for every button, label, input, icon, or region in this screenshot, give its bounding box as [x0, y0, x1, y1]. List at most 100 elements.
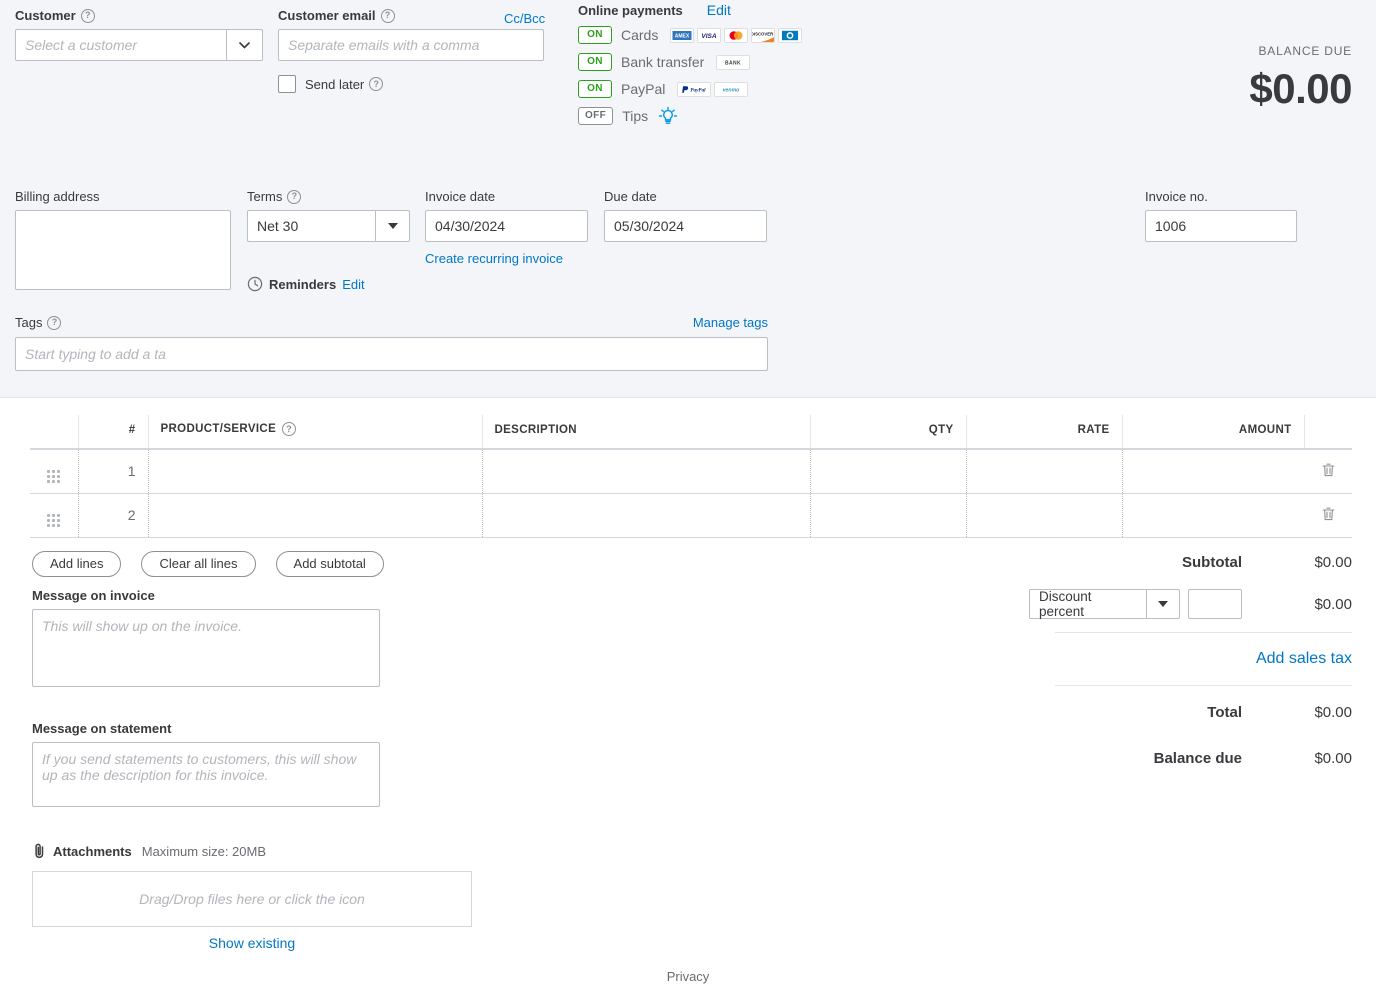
- customer-input[interactable]: [15, 29, 226, 61]
- svg-text:AMEX: AMEX: [675, 33, 690, 39]
- attachments-header: Attachments Maximum size: 20MB: [32, 843, 472, 859]
- svg-text:venmo: venmo: [723, 87, 740, 93]
- add-sales-tax-link[interactable]: Add sales tax: [1256, 650, 1352, 668]
- terms-dropdown-button[interactable]: [375, 210, 410, 242]
- help-circle-icon[interactable]: ?: [380, 8, 395, 23]
- paypal-toggle[interactable]: ON: [578, 80, 612, 98]
- privacy-link[interactable]: Privacy: [667, 969, 710, 984]
- rate-cell[interactable]: [965, 449, 1122, 494]
- delete-row-cell[interactable]: [1304, 449, 1352, 494]
- col-handle: [30, 415, 78, 450]
- trash-icon[interactable]: [1321, 506, 1336, 522]
- mastercard-card-icon: [724, 27, 749, 43]
- trash-icon[interactable]: [1321, 462, 1336, 478]
- line-items-header-row: # PRODUCT/SERVICE ? DESCRIPTION QTY RATE…: [30, 415, 1352, 450]
- billing-address-group: Billing address: [15, 189, 231, 290]
- balance-due-block: BALANCE DUE $0.00: [1072, 44, 1352, 110]
- help-circle-icon[interactable]: ?: [80, 8, 95, 23]
- tags-group: Tags ? Manage tags: [15, 315, 768, 371]
- line-items-table: # PRODUCT/SERVICE ? DESCRIPTION QTY RATE…: [30, 415, 1352, 538]
- help-circle-icon[interactable]: ?: [47, 315, 62, 330]
- product-service-cell[interactable]: [147, 493, 482, 538]
- drag-handle-cell[interactable]: [30, 493, 78, 538]
- message-on-statement-label: Message on statement: [32, 721, 172, 736]
- message-on-statement-group: Message on statement: [32, 721, 380, 810]
- help-circle-icon[interactable]: ?: [369, 77, 384, 91]
- due-date-group: Due date: [604, 189, 767, 242]
- discount-type-value: Discount percent: [1029, 589, 1146, 619]
- customer-combo[interactable]: [15, 29, 263, 61]
- invoice-date-group: Invoice date Create recurring invoice: [425, 189, 588, 266]
- clear-all-lines-button[interactable]: Clear all lines: [141, 551, 256, 577]
- invoice-date-label: Invoice date: [425, 189, 496, 204]
- tips-toggle[interactable]: OFF: [578, 107, 614, 125]
- cards-toggle[interactable]: ON: [578, 26, 612, 44]
- tags-input[interactable]: [15, 337, 768, 371]
- discover-card-icon: DISCOVER: [751, 27, 776, 43]
- attachments-title-wrap: Attachments: [32, 843, 132, 859]
- add-lines-button[interactable]: Add lines: [32, 551, 122, 577]
- attachments-dropzone[interactable]: Drag/Drop files here or click the icon: [32, 871, 472, 927]
- discount-type-dropdown-button[interactable]: [1146, 589, 1180, 619]
- online-payments-edit-link[interactable]: Edit: [707, 2, 731, 18]
- lightbulb-icon: [658, 106, 678, 127]
- add-subtotal-button[interactable]: Add subtotal: [275, 551, 384, 577]
- balance-due-row-label: Balance due: [1153, 749, 1242, 767]
- send-later-checkbox[interactable]: [278, 75, 296, 93]
- send-later-label: Send later ?: [305, 77, 384, 92]
- drag-handle-cell[interactable]: [30, 449, 78, 494]
- total-row: Total $0.00: [1007, 686, 1352, 738]
- balance-due-amount: $0.00: [1249, 65, 1352, 112]
- qty-cell[interactable]: [809, 449, 966, 494]
- due-date-input[interactable]: [604, 210, 767, 242]
- tips-label: Tips: [622, 108, 649, 124]
- rate-cell[interactable]: [965, 493, 1122, 538]
- tags-label: Tags ?: [15, 315, 62, 330]
- drag-handle-icon[interactable]: [47, 469, 61, 483]
- total-value: $0.00: [1314, 703, 1352, 721]
- message-on-invoice-group: Message on invoice: [32, 588, 380, 690]
- invoice-no-input[interactable]: [1145, 210, 1297, 242]
- help-circle-icon[interactable]: ?: [282, 422, 297, 436]
- discount-amount-input[interactable]: [1188, 589, 1242, 619]
- message-on-invoice-textarea[interactable]: [32, 609, 380, 687]
- row-number-cell: 2: [77, 493, 148, 538]
- product-service-cell[interactable]: [147, 449, 482, 494]
- table-row: 2: [30, 493, 1352, 538]
- svg-text:BANK: BANK: [725, 60, 741, 66]
- terms-select[interactable]: Net 30: [247, 210, 410, 242]
- svg-text:VISA: VISA: [702, 33, 717, 40]
- delete-row-cell[interactable]: [1304, 493, 1352, 538]
- due-date-label: Due date: [604, 189, 657, 204]
- description-cell[interactable]: [481, 493, 810, 538]
- visa-card-icon: VISA: [697, 27, 722, 43]
- drag-handle-icon[interactable]: [47, 513, 61, 527]
- customer-email-input[interactable]: [278, 29, 544, 61]
- col-delete: [1303, 415, 1352, 450]
- qty-cell[interactable]: [809, 493, 966, 538]
- manage-tags-link[interactable]: Manage tags: [693, 315, 768, 330]
- show-existing-link[interactable]: Show existing: [209, 935, 295, 951]
- create-recurring-invoice-link[interactable]: Create recurring invoice: [425, 251, 588, 266]
- customer-dropdown-button[interactable]: [226, 29, 263, 61]
- billing-address-box[interactable]: [15, 210, 231, 290]
- message-on-statement-textarea[interactable]: [32, 742, 380, 807]
- caret-down-icon: [1158, 601, 1168, 607]
- invoice-date-input[interactable]: [425, 210, 588, 242]
- amex-card-icon: AMEX: [670, 27, 695, 43]
- line-action-buttons: Add lines Clear all lines Add subtotal: [32, 551, 384, 577]
- balance-due-row-value: $0.00: [1314, 749, 1352, 767]
- help-circle-icon[interactable]: ?: [287, 189, 302, 204]
- payment-row-bank-transfer: ON Bank transfer BANK: [578, 52, 802, 72]
- amount-cell[interactable]: [1121, 449, 1304, 494]
- customer-field-group: Customer ?: [15, 8, 263, 61]
- discount-type-select[interactable]: Discount percent: [1029, 589, 1180, 619]
- table-row: 1: [30, 449, 1352, 494]
- description-cell[interactable]: [481, 449, 810, 494]
- bank-transfer-toggle[interactable]: ON: [578, 53, 612, 71]
- amount-cell[interactable]: [1121, 493, 1304, 538]
- cc-bcc-link[interactable]: Cc/Bcc: [504, 11, 545, 26]
- terms-group: Terms ? Net 30: [247, 189, 410, 242]
- reminders-edit-link[interactable]: Edit: [342, 277, 364, 292]
- billing-address-label: Billing address: [15, 189, 100, 204]
